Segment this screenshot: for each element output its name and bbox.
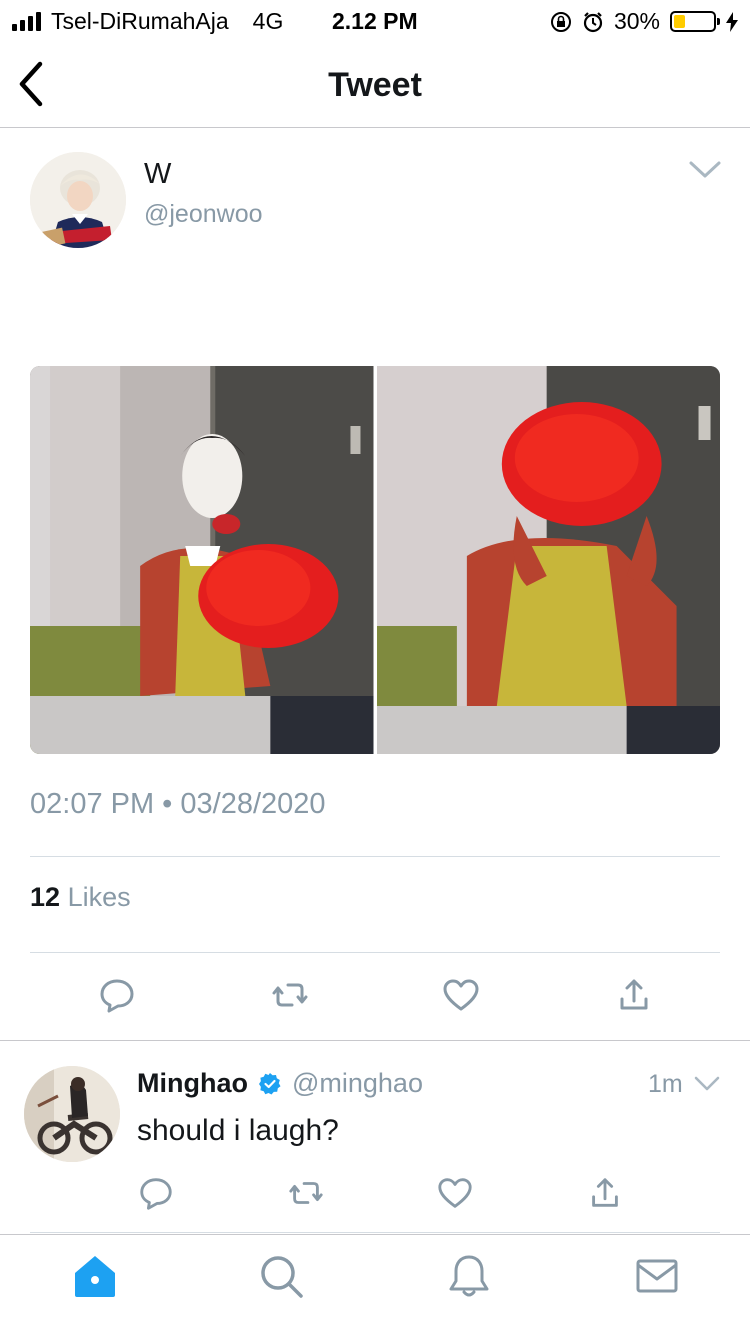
section-divider: [0, 1040, 750, 1041]
retweet-icon: [289, 1182, 323, 1204]
reply-button[interactable]: [97, 975, 137, 1015]
tweet-timestamp: 02:07 PM • 03/28/2020: [30, 788, 326, 820]
battery-icon: [670, 11, 720, 32]
reply-retweet-button[interactable]: [287, 1174, 325, 1212]
tab-bar: [0, 1234, 750, 1334]
tweet-options-button[interactable]: [688, 160, 722, 180]
likes-count[interactable]: 12 Likes: [30, 882, 131, 913]
chevron-down-icon: [689, 161, 721, 178]
carrier-name: Tsel-DiRumahAja: [51, 8, 229, 34]
retweet-icon: [272, 983, 308, 1007]
alarm-icon: [583, 11, 603, 32]
reply-author-name[interactable]: Minghao: [137, 1068, 248, 1099]
reply-author-avatar[interactable]: [24, 1066, 120, 1162]
envelope-icon: [636, 1259, 678, 1293]
reply-options-button[interactable]: [694, 1076, 720, 1092]
verified-badge-icon: [258, 1072, 281, 1094]
share-icon: [592, 1178, 618, 1207]
author-avatar[interactable]: [30, 152, 126, 248]
tab-messages[interactable]: [634, 1253, 680, 1299]
status-time: 2.12 PM: [332, 8, 418, 34]
reply-reply-button[interactable]: [137, 1174, 175, 1212]
likes-number: 12: [30, 882, 61, 912]
reply-author-line: Minghao @minghao: [137, 1068, 423, 1099]
orientation-lock-icon: [550, 11, 571, 32]
divider: [30, 856, 720, 857]
divider: [30, 952, 720, 953]
home-icon: [75, 1256, 115, 1297]
tweet-photo-2[interactable]: [376, 366, 721, 754]
like-button[interactable]: [441, 975, 481, 1015]
battery-fill: [674, 15, 686, 28]
tab-search[interactable]: [258, 1253, 304, 1299]
divider: [30, 1232, 720, 1233]
battery-percent: 30%: [613, 8, 660, 34]
reply-like-button[interactable]: [436, 1174, 474, 1212]
signal-icon: [12, 11, 41, 31]
author-display-name[interactable]: W: [144, 158, 171, 191]
status-bar: Tsel-DiRumahAja 4G 2.12 PM 30%: [0, 0, 750, 42]
reply-time: 1m: [648, 1070, 683, 1098]
tweet-photo-1[interactable]: [30, 366, 374, 754]
tweet-media[interactable]: [30, 366, 720, 754]
search-icon: [261, 1256, 303, 1298]
heart-icon: [443, 979, 479, 1011]
tab-home[interactable]: [72, 1253, 118, 1299]
charging-bolt-icon: [726, 11, 738, 32]
retweet-button[interactable]: [270, 975, 310, 1015]
status-right: 30%: [550, 8, 738, 35]
reply-text: should i laugh?: [137, 1114, 339, 1147]
page-title: Tweet: [328, 66, 422, 104]
heart-icon: [438, 1178, 472, 1208]
likes-label: Likes: [67, 882, 131, 912]
share-icon: [620, 979, 648, 1010]
reply-share-button[interactable]: [586, 1174, 624, 1212]
reply-icon: [100, 979, 134, 1013]
share-button[interactable]: [614, 975, 654, 1015]
tab-notifications[interactable]: [446, 1253, 492, 1299]
reply-author-handle[interactable]: @minghao: [292, 1068, 423, 1099]
status-left: Tsel-DiRumahAja 4G: [12, 8, 283, 35]
author-handle[interactable]: @jeonwoo: [144, 200, 263, 229]
network-type: 4G: [252, 8, 284, 34]
reply-icon: [140, 1178, 172, 1210]
bell-icon: [449, 1255, 489, 1297]
chevron-down-icon: [694, 1076, 720, 1091]
nav-bar: Tweet: [0, 42, 750, 128]
